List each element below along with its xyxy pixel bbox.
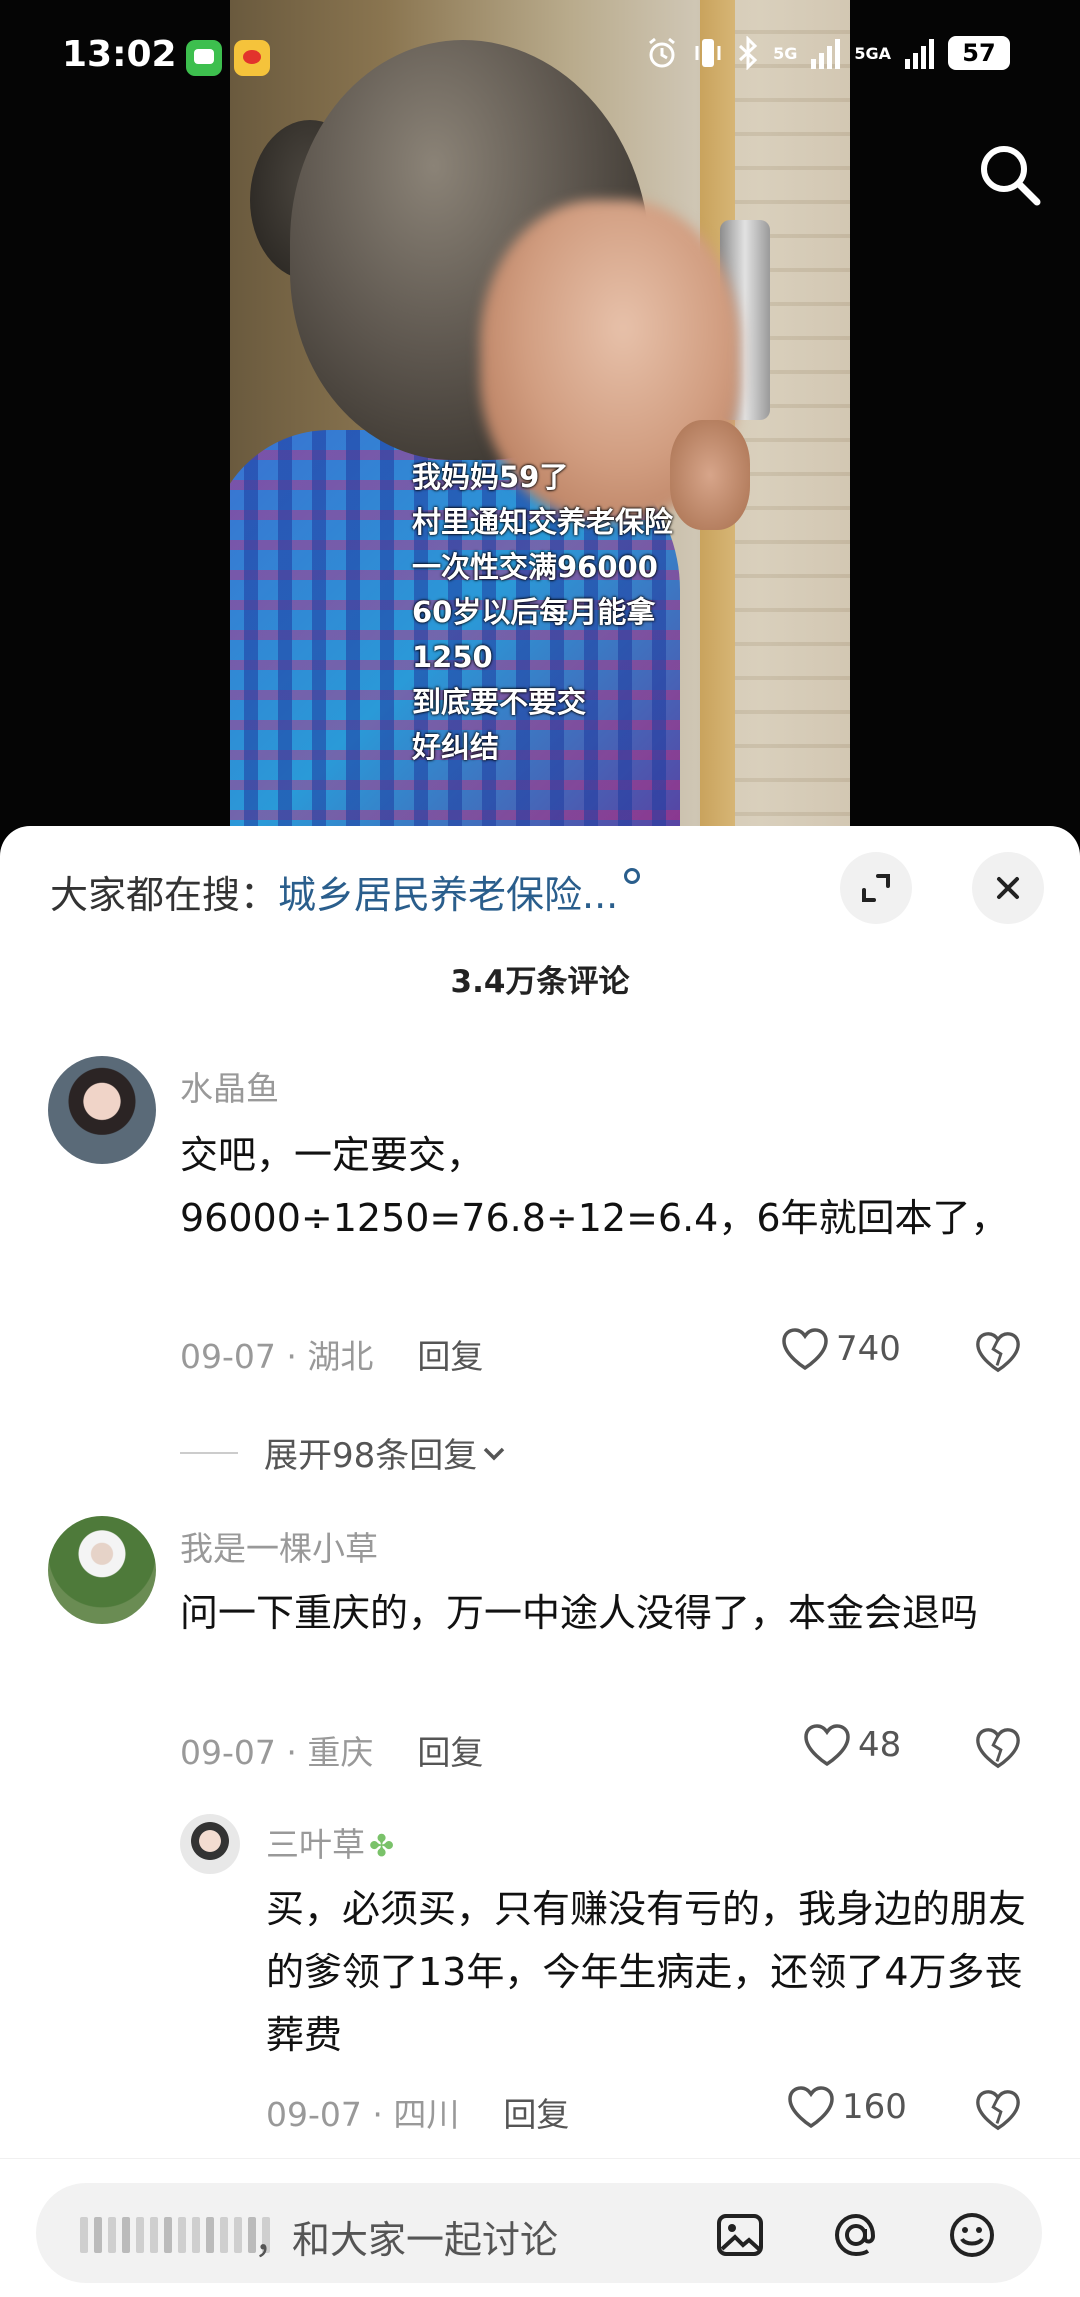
reply-button[interactable]: 回复 [417,1733,483,1772]
blurred-username [80,2217,270,2253]
avatar[interactable] [48,1516,156,1624]
trending-search[interactable]: 大家都在搜：城乡居民养老保险... [50,864,641,919]
trending-prefix: 大家都在搜： [50,873,279,917]
reply-button[interactable]: 回复 [503,2095,569,2134]
network-5ga-label: 5GA [854,43,891,63]
comment-text: 交吧，一定要交， 96000÷1250=76.8÷12=6.4，6年就回本了， [180,1133,1009,1240]
heart-icon [804,1724,850,1767]
signal-icon-2 [905,37,934,69]
comment-count: 3.4万条评论 [450,964,630,1000]
like-count: 160 [842,2087,907,2127]
system-icons: 5G 5GA 57 [645,36,1010,70]
comment-date-location: 09-07 · 四川 [266,2095,460,2134]
comment-input-bar: ，和大家一起讨论 [0,2158,1080,2297]
avatar[interactable] [48,1056,156,1164]
comment-sheet: 大家都在搜：城乡居民养老保险... 3.4万条评论 [0,826,1080,2297]
emoji-icon[interactable] [946,2209,998,2261]
like-button[interactable]: 160 [786,2084,907,2130]
weibo-app-icon [234,40,270,76]
expand-sheet-button[interactable] [840,852,912,924]
expand-replies-button[interactable]: 展开98条回复 [180,1428,511,1477]
status-time: 13:02 [62,34,177,75]
author-name: 三叶草 [266,1825,365,1864]
comment-meta: 09-07 · 湖北 回复 [180,1330,483,1378]
chevron-down-icon [484,1447,505,1460]
comment-meta: 09-07 · 重庆 回复 [180,1726,483,1774]
avatar[interactable] [180,1814,240,1874]
video-caption: 我妈妈59了 村里通知交养老保险 一次性交满96000 60岁以后每月能拿 12… [412,460,674,764]
reply-button[interactable]: 回复 [417,1337,483,1376]
comment-date-location: 09-07 · 重庆 [180,1733,374,1772]
battery-icon: 57 [948,36,1010,70]
comment-text: 问一下重庆的，万一中途人没得了，本金会退吗 [180,1591,979,1635]
vibrate-icon [695,39,721,67]
comment-meta: 09-07 · 四川 回复 [266,2088,569,2136]
comment-author[interactable]: 水晶鱼 [180,1062,279,1110]
network-5g-label: 5G [773,43,798,63]
alarm-icon [649,37,676,68]
comment-input[interactable]: ，和大家一起讨论 [36,2183,1042,2283]
image-icon[interactable] [714,2209,766,2261]
like-count: 740 [836,1329,901,1369]
mention-icon[interactable] [830,2209,882,2261]
trending-keyword-link[interactable]: 城乡居民养老保险... [278,873,618,917]
messages-app-icon [186,40,222,76]
comment-author[interactable]: 三叶草 ✤ [266,1818,394,1866]
like-count: 48 [858,1725,902,1765]
close-sheet-button[interactable] [972,852,1044,924]
heart-icon [782,1328,828,1371]
hand [670,420,750,530]
input-placeholder: ，和大家一起讨论 [254,2218,559,2262]
like-button[interactable]: 48 [802,1722,901,1768]
comment-author[interactable]: 我是一棵小草 [180,1522,378,1570]
like-button[interactable]: 740 [780,1326,901,1372]
broken-heart-icon[interactable] [974,1724,1022,1772]
heart-icon [788,2086,834,2129]
divider-line [180,1451,238,1454]
expand-replies-label: 展开98条回复 [264,1436,478,1476]
bluetooth-icon [739,36,758,70]
search-icon[interactable] [975,140,1045,210]
status-bar: 13:02 5G 5GA 57 [0,0,1080,120]
video-player[interactable]: 我妈妈59了 村里通知交养老保险 一次性交满96000 60岁以后每月能拿 12… [0,0,1080,830]
broken-heart-icon[interactable] [974,1328,1022,1376]
search-small-icon [624,868,641,884]
close-icon [997,877,1019,899]
broken-heart-icon[interactable] [974,2086,1022,2134]
comment-date-location: 09-07 · 湖北 [180,1337,374,1376]
signal-icon [811,37,841,69]
expand-icon [862,874,890,902]
comment-text: 买，必须买，只有赚没有亏的，我身边的朋友的爹领了13年，今年生病走，还领了4万多… [266,1887,1027,2057]
clover-icon: ✤ [369,1829,395,1864]
